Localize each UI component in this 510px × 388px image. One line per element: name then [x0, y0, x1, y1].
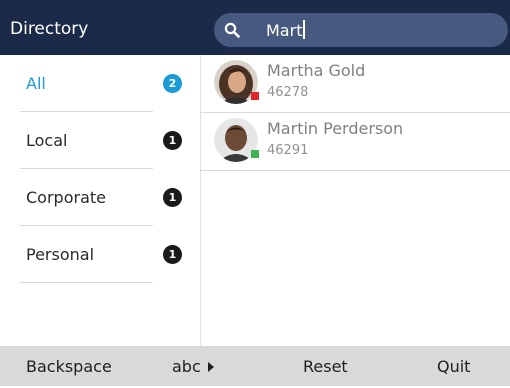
sidebar-item-all[interactable]: All 2: [20, 55, 200, 112]
abc-mode-label: abc: [172, 357, 201, 376]
abc-mode-button[interactable]: abc: [172, 346, 214, 386]
search-icon: [224, 22, 240, 38]
sidebar-item-label: Corporate: [26, 188, 106, 207]
backspace-button[interactable]: Backspace: [26, 346, 112, 386]
quit-button[interactable]: Quit: [437, 346, 470, 386]
count-badge: 1: [163, 131, 182, 150]
sidebar-item-label: Personal: [26, 245, 95, 264]
sidebar-item-corporate[interactable]: Corporate 1: [20, 169, 200, 226]
sidebar-item-local[interactable]: Local 1: [20, 112, 200, 169]
search-input[interactable]: Mart: [266, 13, 306, 47]
sidebar-item-personal[interactable]: Personal 1: [20, 226, 200, 283]
contact-number: 46278: [267, 85, 309, 100]
count-badge: 1: [163, 188, 182, 207]
text-cursor: [303, 20, 306, 39]
category-sidebar: All 2 Local 1 Corporate 1 Personal 1: [0, 55, 201, 346]
softkey-bar: Backspace abc Reset Quit: [0, 346, 510, 386]
presence-indicator: [251, 92, 259, 100]
presence-indicator: [251, 150, 259, 158]
contact-name: Martin Perderson: [267, 119, 404, 138]
sidebar-item-label: All: [26, 74, 46, 93]
reset-button[interactable]: Reset: [303, 346, 348, 386]
divider: [20, 282, 153, 283]
contact-number: 46291: [267, 143, 309, 158]
page-title: Directory: [10, 19, 89, 39]
chevron-right-icon: [207, 362, 214, 372]
title-bar: Directory Mart: [0, 0, 510, 55]
contact-name: Martha Gold: [267, 61, 366, 80]
list-item[interactable]: Martha Gold 46278: [201, 55, 510, 113]
contact-list: Martha Gold 46278 Martin Perderson 46291: [201, 55, 510, 346]
list-item[interactable]: Martin Perderson 46291: [201, 113, 510, 171]
count-badge: 2: [163, 74, 182, 93]
search-box[interactable]: Mart: [214, 13, 508, 47]
count-badge: 1: [163, 245, 182, 264]
sidebar-item-label: Local: [26, 131, 68, 150]
search-text: Mart: [266, 21, 303, 40]
